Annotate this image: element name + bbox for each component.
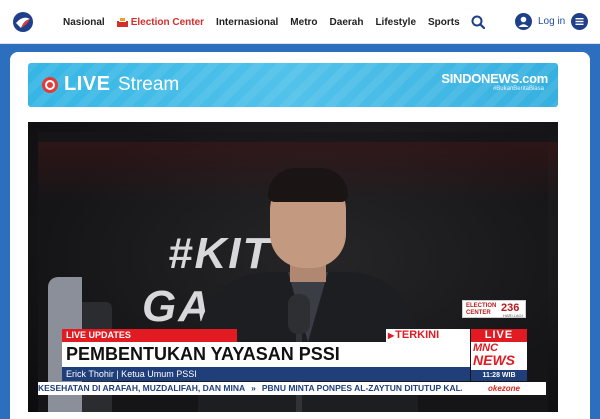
nav-item-internasional[interactable]: Internasional — [216, 17, 278, 28]
mnc-news-logo: MNC NEWS — [471, 342, 527, 370]
nav-item-metro[interactable]: Metro — [290, 17, 317, 28]
microphone — [288, 294, 310, 334]
main-nav: Nasional Election Center Internasional M… — [63, 0, 472, 44]
live-word: LIVE — [64, 73, 111, 95]
live-stream-banner: LIVE Stream SINDONEWS.com #BukanBeritaBi… — [28, 63, 558, 107]
login-link[interactable]: Log in — [538, 16, 565, 27]
nav-item-lifestyle[interactable]: Lifestyle — [375, 17, 416, 28]
nav-item-daerah[interactable]: Daerah — [330, 17, 364, 28]
hair — [268, 168, 348, 202]
ballot-icon — [116, 17, 128, 27]
nav-item-nasional[interactable]: Nasional — [63, 17, 105, 28]
user-icon[interactable] — [515, 13, 532, 30]
menu-icon[interactable] — [571, 13, 588, 30]
ticker-separator: » — [251, 383, 256, 393]
election-badge-text: ELECTION CENTER — [466, 303, 497, 316]
nav-item-election-center-label: Election Center — [130, 16, 205, 28]
live-tag: LIVE — [471, 329, 527, 342]
terkini-label: ▶TERKINI — [386, 329, 470, 342]
stream-word: Stream — [118, 74, 180, 95]
speaker-caption: Erick Thohir | Ketua Umum PSSI — [62, 367, 470, 381]
live-dot-icon — [42, 77, 58, 93]
broadcast-clock: 11:28 WIB — [471, 370, 527, 381]
live-updates-label: LIVE UPDATES — [62, 329, 237, 342]
news-headline: PEMBENTUKAN YAYASAN PSSI — [62, 342, 470, 367]
ticker-item: PBNU MINTA PONPES AL-ZAYTUN DITUTUP KALA — [261, 383, 462, 393]
news-ticker: KESEHATAN DI ARAFAH, MUZDALIFAH, DAN MIN… — [38, 382, 462, 395]
brand-tagline: #BukanBeritaBiasa — [492, 86, 544, 92]
okezone-logo: okezone — [462, 382, 546, 395]
nav-item-sports[interactable]: Sports — [428, 17, 460, 28]
logo-icon[interactable] — [12, 11, 34, 33]
site-header: Nasional Election Center Internasional M… — [0, 0, 600, 44]
brand-logo: SINDONEWS.com — [441, 71, 548, 86]
ticker-item: KESEHATAN DI ARAFAH, MUZDALIFAH, DAN MIN… — [38, 383, 246, 393]
election-center-badge: ELECTION CENTER 236 HARI LAGI — [462, 300, 526, 318]
election-badge-days: HARI LAGI — [503, 313, 523, 318]
terkini-arrow-icon: ▶ — [388, 331, 395, 340]
nav-item-election-center[interactable]: Election Center — [116, 16, 205, 28]
search-icon[interactable] — [471, 15, 485, 29]
news-text: NEWS — [473, 352, 515, 368]
